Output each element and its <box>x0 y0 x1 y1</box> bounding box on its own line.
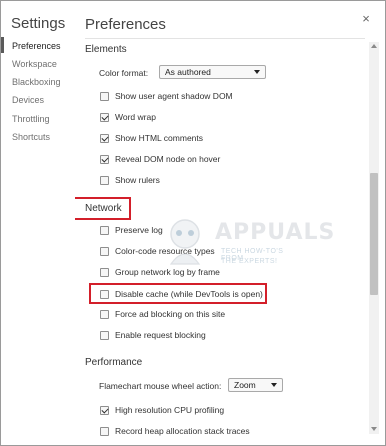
watermark-text: APPUALS <box>215 220 336 245</box>
option-label: Show user agent shadow DOM <box>115 91 233 101</box>
mascot-icon <box>169 219 201 265</box>
scrollbar[interactable] <box>369 42 379 434</box>
option-disable-cache[interactable]: Disable cache (while DevTools is open) <box>100 288 263 300</box>
flamechart-label: Flamechart mouse wheel action: <box>99 381 222 391</box>
option-label: Preserve log <box>115 225 163 235</box>
flamechart-row: Flamechart mouse wheel action: <box>99 380 221 392</box>
checkbox[interactable] <box>100 267 109 277</box>
checkbox[interactable] <box>100 175 109 185</box>
option-show-html-comments[interactable]: Show HTML comments <box>100 132 203 144</box>
option-label: Show rulers <box>115 175 160 185</box>
option-high-res-cpu[interactable]: High resolution CPU profiling <box>100 404 224 416</box>
settings-window: Settings Preferences Workspace Blackboxi… <box>0 0 386 446</box>
option-force-ad-blocking[interactable]: Force ad blocking on this site <box>100 308 225 320</box>
sidebar-item-blackboxing[interactable]: Blackboxing <box>12 77 61 87</box>
sidebar-item-shortcuts[interactable]: Shortcuts <box>12 132 50 142</box>
sidebar-item-throttling[interactable]: Throttling <box>12 114 50 124</box>
option-word-wrap[interactable]: Word wrap <box>100 111 156 123</box>
flamechart-select[interactable]: Zoom <box>228 378 283 392</box>
section-title-performance: Performance <box>85 357 143 368</box>
checkbox[interactable] <box>100 112 109 122</box>
checkbox[interactable] <box>100 426 109 436</box>
settings-sidebar: Settings Preferences Workspace Blackboxi… <box>1 1 75 445</box>
option-reveal-dom-node[interactable]: Reveal DOM node on hover <box>100 153 220 165</box>
chevron-down-icon <box>271 383 277 387</box>
chevron-down-icon <box>254 70 260 74</box>
option-label: High resolution CPU profiling <box>115 405 225 415</box>
scroll-down-arrow-icon[interactable] <box>371 427 377 431</box>
option-label: Record heap allocation stack traces <box>115 426 250 436</box>
option-label: Force ad blocking on this site <box>115 309 226 319</box>
option-enable-request-blocking[interactable]: Enable request blocking <box>100 329 206 341</box>
checkbox[interactable] <box>100 133 109 143</box>
checkbox[interactable] <box>100 405 109 415</box>
flamechart-value: Zoom <box>234 380 256 390</box>
color-format-row: Color format: <box>99 67 148 79</box>
color-format-select[interactable]: As authored <box>159 65 266 79</box>
checkbox[interactable] <box>100 289 109 299</box>
checkbox[interactable] <box>100 330 109 340</box>
sidebar-item-workspace[interactable]: Workspace <box>12 59 57 69</box>
option-show-rulers[interactable]: Show rulers <box>100 174 160 186</box>
checkbox[interactable] <box>100 309 109 319</box>
checkbox[interactable] <box>100 154 109 164</box>
option-preserve-log[interactable]: Preserve log <box>100 224 163 236</box>
color-format-value: As authored <box>165 67 211 77</box>
option-label: Disable cache (while DevTools is open) <box>115 289 263 299</box>
sidebar-item-devices[interactable]: Devices <box>12 95 44 105</box>
watermark-logo: APPUALS TECH HOW-TO'S FROM THE EXPERTS! <box>157 214 334 274</box>
scrollbar-thumb[interactable] <box>370 173 378 295</box>
pane-title: Preferences <box>85 16 166 33</box>
option-label: Word wrap <box>115 112 156 122</box>
option-label: Enable request blocking <box>115 330 206 340</box>
scroll-up-arrow-icon[interactable] <box>371 44 377 48</box>
checkbox[interactable] <box>100 91 109 101</box>
sidebar-item-preferences[interactable]: Preferences <box>12 41 61 51</box>
color-format-label: Color format: <box>99 68 149 78</box>
sidebar-active-indicator <box>1 37 4 53</box>
pane-divider <box>85 38 365 39</box>
watermark-line-2: THE EXPERTS! <box>221 258 278 265</box>
sidebar-title: Settings <box>11 15 66 32</box>
section-title-network: Network <box>85 203 122 214</box>
section-title-elements: Elements <box>85 44 127 55</box>
option-label: Reveal DOM node on hover <box>115 154 221 164</box>
option-show-shadow-dom[interactable]: Show user agent shadow DOM <box>100 90 233 102</box>
option-record-heap[interactable]: Record heap allocation stack traces <box>100 425 250 437</box>
checkbox[interactable] <box>100 246 109 256</box>
option-label: Show HTML comments <box>115 133 204 143</box>
checkbox[interactable] <box>100 225 109 235</box>
